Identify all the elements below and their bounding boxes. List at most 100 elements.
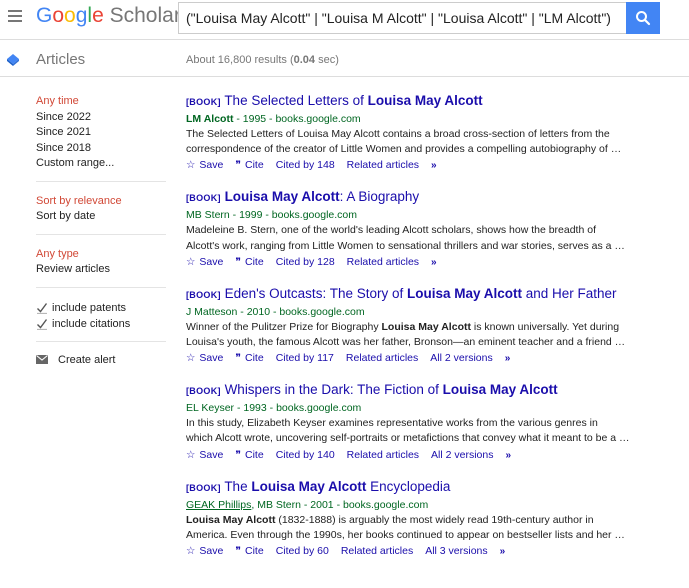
result-meta: MB Stern - 1999 - books.google.com: [186, 209, 358, 222]
result-item: [BOOK] The Louisa May Alcott Encyclopedi…: [186, 478, 636, 559]
related-articles-link[interactable]: Related articles: [347, 448, 419, 463]
filter-any-time[interactable]: Any time: [36, 94, 166, 110]
result-title-link[interactable]: Eden's Outcasts: The Story of Louisa May…: [225, 286, 617, 301]
result-meta: GEAK Phillips, MB Stern - 2001 - books.g…: [186, 498, 429, 511]
result-actions: ☆ Save ❞ Cite Cited by 148 Related article…: [186, 158, 636, 173]
result-author: LM Alcott: [186, 113, 234, 125]
stats-suffix: sec): [315, 54, 339, 66]
save-button[interactable]: ☆ Save: [186, 351, 223, 366]
save-button[interactable]: ☆ Save: [186, 544, 223, 559]
result-title: [BOOK] Eden's Outcasts: The Story of Lou…: [186, 285, 636, 304]
result-meta: J Matteson - 2010 - books.google.com: [186, 305, 365, 318]
subheader: Articles About 16,800 results (0.04 sec): [0, 41, 689, 77]
more-chevron-icon[interactable]: »: [506, 448, 512, 463]
cited-by-link[interactable]: Cited by 117: [276, 351, 334, 366]
type-review-articles[interactable]: Review articles: [36, 262, 166, 278]
search-icon: [636, 11, 651, 26]
result-meta: EL Keyser - 1993 - books.google.com: [186, 402, 362, 415]
result-title: [BOOK] Louisa May Alcott: A Biography: [186, 188, 636, 207]
save-button[interactable]: ☆ Save: [186, 448, 223, 463]
google-scholar-logo[interactable]: Google Scholar: [36, 4, 181, 28]
result-actions: ☆ Save ❞ Cite Cited by 117 Related article…: [186, 351, 636, 366]
envelope-icon: [36, 355, 48, 364]
stats-prefix: About 16,800 results (: [186, 54, 294, 66]
cite-button[interactable]: ❞ Cite: [235, 351, 263, 366]
cite-button[interactable]: ❞ Cite: [235, 544, 263, 559]
quote-icon: ❞: [235, 448, 242, 461]
result-title-link[interactable]: Louisa May Alcott: A Biography: [225, 189, 420, 204]
result-type-tag: [BOOK]: [186, 386, 221, 397]
result-title-link[interactable]: The Louisa May Alcott Encyclopedia: [224, 479, 450, 494]
menu-icon[interactable]: [8, 10, 22, 24]
sidebar: Any time Since 2022 Since 2021 Since 201…: [36, 94, 166, 366]
more-chevron-icon[interactable]: »: [431, 255, 437, 270]
quote-icon: ❞: [235, 255, 242, 268]
include-citations-checkbox[interactable]: include citations: [36, 316, 166, 332]
include-citations-label: include citations: [52, 317, 131, 330]
filter-since-2021[interactable]: Since 2021: [36, 125, 166, 141]
stats-time: 0.04: [293, 54, 316, 66]
save-button[interactable]: ☆ Save: [186, 255, 223, 270]
more-chevron-icon[interactable]: »: [500, 544, 506, 559]
result-title: [BOOK] The Louisa May Alcott Encyclopedi…: [186, 478, 636, 497]
result-title-link[interactable]: Whispers in the Dark: The Fiction of Lou…: [225, 382, 558, 397]
result-actions: ☆ Save ❞ Cite Cited by 140 Related article…: [186, 448, 636, 463]
checkmark-icon: [37, 302, 48, 314]
divider: [36, 180, 166, 182]
quote-icon: ❞: [235, 545, 242, 558]
all-versions-link[interactable]: All 2 versions: [430, 351, 492, 366]
include-patents-label: include patents: [52, 301, 126, 314]
result-title: [BOOK] The Selected Letters of Louisa Ma…: [186, 92, 636, 111]
filter-since-2022[interactable]: Since 2022: [36, 110, 166, 126]
result-item: [BOOK] Louisa May Alcott: A Biography MB…: [186, 188, 636, 269]
more-chevron-icon[interactable]: »: [431, 158, 437, 173]
type-group: Any type Review articles: [36, 247, 166, 278]
star-icon: ☆: [186, 352, 196, 365]
result-snippet: Madeleine B. Stern, one of the world's l…: [186, 224, 625, 252]
result-actions: ☆ Save ❞ Cite Cited by 128 Related article…: [186, 255, 636, 270]
cited-by-link[interactable]: Cited by 128: [276, 255, 335, 270]
related-articles-link[interactable]: Related articles: [347, 158, 419, 173]
related-articles-link[interactable]: Related articles: [341, 544, 413, 559]
result-type-tag: [BOOK]: [186, 97, 221, 107]
create-alert-label: Create alert: [58, 353, 116, 366]
results-list: [BOOK] The Selected Letters of Louisa Ma…: [186, 92, 636, 574]
related-articles-link[interactable]: Related articles: [346, 351, 418, 366]
related-articles-link[interactable]: Related articles: [347, 255, 419, 270]
star-icon: ☆: [186, 255, 196, 268]
filter-custom-range[interactable]: Custom range...: [36, 156, 166, 172]
cited-by-link[interactable]: Cited by 140: [276, 448, 335, 463]
author-profile-link[interactable]: GEAK Phillips: [186, 499, 251, 511]
star-icon: ☆: [186, 545, 196, 558]
result-title-link[interactable]: The Selected Letters of Louisa May Alcot…: [224, 93, 482, 108]
sort-by-date[interactable]: Sort by date: [36, 209, 166, 225]
cite-button[interactable]: ❞ Cite: [235, 158, 263, 173]
search-input[interactable]: [178, 2, 626, 34]
save-button[interactable]: ☆ Save: [186, 158, 223, 173]
all-versions-link[interactable]: All 3 versions: [425, 544, 487, 559]
results-stats: About 16,800 results (0.04 sec): [186, 54, 339, 66]
result-snippet: Louisa May Alcott (1832-1888) is arguabl…: [186, 513, 625, 541]
cite-button[interactable]: ❞ Cite: [235, 255, 263, 270]
cite-button[interactable]: ❞ Cite: [235, 448, 263, 463]
create-alert-button[interactable]: Create alert: [36, 354, 166, 366]
quote-icon: ❞: [235, 159, 242, 172]
all-versions-link[interactable]: All 2 versions: [431, 448, 493, 463]
divider: [36, 233, 166, 235]
sort-by-relevance[interactable]: Sort by relevance: [36, 194, 166, 210]
star-icon: ☆: [186, 448, 196, 461]
type-any[interactable]: Any type: [36, 247, 166, 263]
filter-since-2018[interactable]: Since 2018: [36, 141, 166, 157]
cited-by-link[interactable]: Cited by 148: [276, 158, 335, 173]
result-snippet: In this study, Elizabeth Keyser examines…: [186, 417, 630, 445]
checkmark-icon: [37, 318, 48, 330]
result-item: [BOOK] The Selected Letters of Louisa Ma…: [186, 92, 636, 173]
divider: [36, 340, 166, 342]
logo-letter: g: [75, 4, 88, 27]
more-chevron-icon[interactable]: »: [505, 351, 511, 366]
search-button[interactable]: [626, 2, 660, 34]
star-icon: ☆: [186, 159, 196, 172]
include-patents-checkbox[interactable]: include patents: [36, 300, 166, 316]
cited-by-link[interactable]: Cited by 60: [276, 544, 329, 559]
result-type-tag: [BOOK]: [186, 289, 221, 300]
